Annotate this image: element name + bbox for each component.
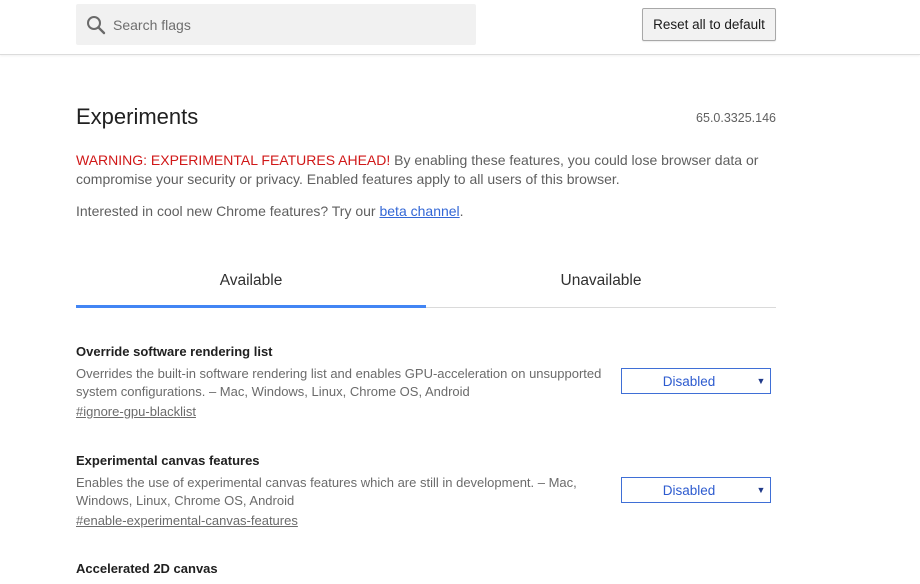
flag-state-select[interactable]: Disabled ▼ xyxy=(621,368,771,394)
search-input[interactable] xyxy=(113,9,453,40)
flag-item: Override software rendering list Overrid… xyxy=(76,344,776,421)
dropdown-arrow-icon: ▼ xyxy=(756,376,766,386)
warning-prefix: WARNING: EXPERIMENTAL FEATURES AHEAD! xyxy=(76,152,391,168)
flag-description: Overrides the built-in software renderin… xyxy=(76,366,602,399)
flags-header: Reset all to default xyxy=(0,0,920,55)
reset-all-button[interactable]: Reset all to default xyxy=(642,8,776,41)
search-icon xyxy=(86,15,106,35)
page-title: Experiments xyxy=(76,104,199,129)
flag-item: Experimental canvas features Enables the… xyxy=(76,453,776,530)
flag-state-select[interactable]: Disabled ▼ xyxy=(621,477,771,503)
dropdown-arrow-icon: ▼ xyxy=(756,485,766,495)
tab-available[interactable]: Available xyxy=(76,262,426,308)
tab-bar: Available Unavailable xyxy=(76,262,776,308)
flag-permalink[interactable]: #enable-experimental-canvas-features xyxy=(76,513,298,528)
search-box[interactable] xyxy=(76,4,476,45)
warning-text: WARNING: EXPERIMENTAL FEATURES AHEAD! By… xyxy=(76,151,766,189)
flag-state-value: Disabled xyxy=(662,373,716,389)
flag-state-value: Disabled xyxy=(662,482,716,498)
flag-name: Accelerated 2D canvas xyxy=(76,561,218,576)
flag-name: Experimental canvas features xyxy=(76,453,260,468)
flag-item: Accelerated 2D canvas xyxy=(76,561,776,576)
interested-end: . xyxy=(459,203,464,219)
tab-unavailable[interactable]: Unavailable xyxy=(426,262,776,308)
flag-description: Enables the use of experimental canvas f… xyxy=(76,475,577,508)
flag-name: Override software rendering list xyxy=(76,344,273,359)
version-label: 65.0.3325.146 xyxy=(696,111,776,125)
beta-channel-link[interactable]: beta channel xyxy=(379,203,459,219)
flag-permalink[interactable]: #ignore-gpu-blacklist xyxy=(76,404,196,419)
interested-text: Interested in cool new Chrome features? … xyxy=(76,203,766,220)
interested-prefix: Interested in cool new Chrome features? … xyxy=(76,203,380,219)
